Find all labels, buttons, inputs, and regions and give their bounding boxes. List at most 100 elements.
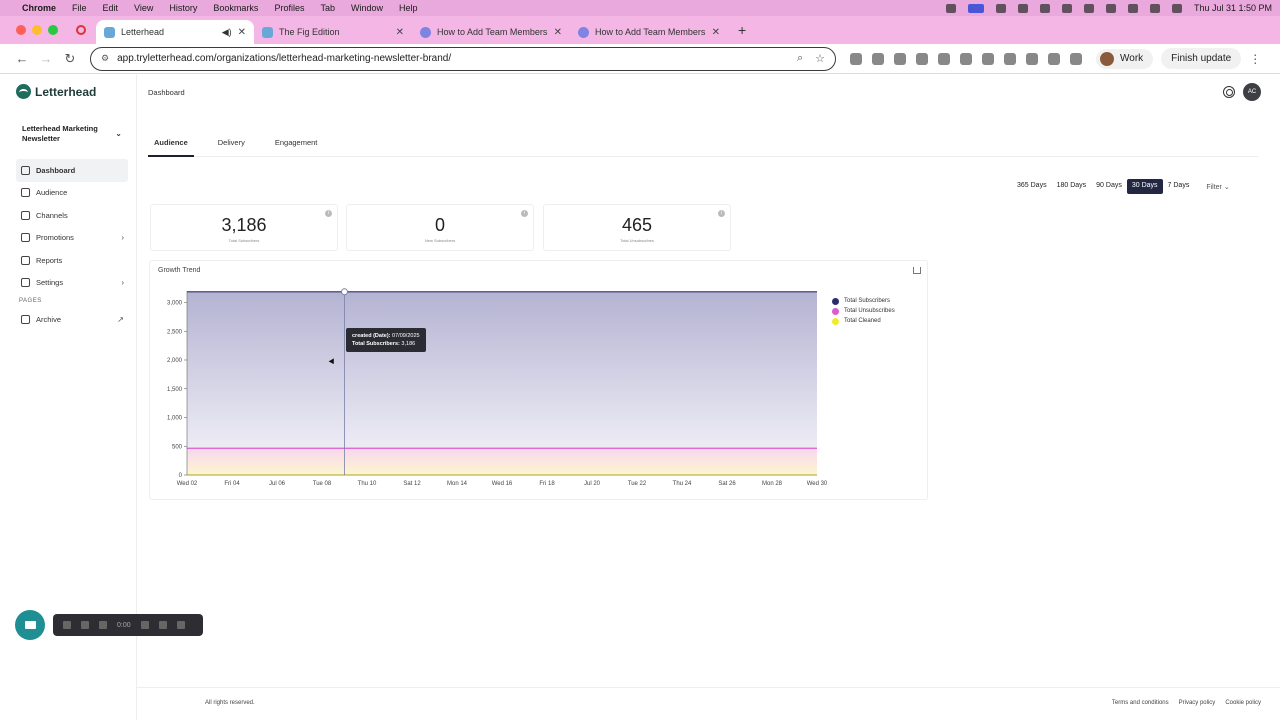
letterhead-logo[interactable]: Letterhead	[16, 84, 96, 99]
sidebar-item-reports[interactable]: Reports	[16, 249, 128, 272]
extension-icon[interactable]	[872, 52, 884, 65]
menu-window[interactable]: Window	[351, 3, 383, 13]
legend-item[interactable]: Total Unsubscribes	[832, 306, 895, 316]
browser-tab-team-members-1[interactable]: How to Add Team Members t ✕	[412, 20, 570, 44]
password-icon[interactable]	[1039, 3, 1050, 13]
menu-bookmarks[interactable]: Bookmarks	[213, 3, 258, 13]
info-icon[interactable]: i	[521, 210, 528, 217]
sidebar-item-settings[interactable]: Settings ›	[16, 272, 128, 295]
address-bar[interactable]: ⚙ app.tryletterhead.com/organizations/le…	[90, 46, 836, 71]
terms-link[interactable]: Terms and conditions	[1112, 700, 1169, 706]
close-tab-icon[interactable]: ✕	[712, 27, 720, 38]
sidebar-item-audience[interactable]: Audience	[16, 182, 128, 205]
privacy-link[interactable]: Privacy policy	[1179, 700, 1216, 706]
extension-status-icon[interactable]	[1017, 3, 1028, 13]
speaker-icon[interactable]: ◀)	[222, 27, 232, 38]
gear-icon[interactable]	[1223, 86, 1235, 98]
microphone-icon[interactable]	[945, 3, 956, 13]
display-icon[interactable]	[1061, 3, 1072, 13]
forward-icon[interactable]: →	[34, 51, 58, 66]
browser-tab-letterhead[interactable]: Letterhead ◀) ✕	[96, 20, 254, 44]
menu-tab[interactable]: Tab	[320, 3, 335, 13]
battery-icon[interactable]	[1105, 3, 1116, 13]
menu-help[interactable]: Help	[399, 3, 418, 13]
legend-item[interactable]: Total Subscribers	[832, 296, 895, 306]
range-180-days-button[interactable]: 180 Days	[1052, 179, 1092, 194]
zoom-search-icon[interactable]: ⌕	[797, 52, 803, 65]
extension-icon[interactable]	[938, 52, 950, 65]
new-tab-icon[interactable]: +	[738, 22, 746, 38]
restart-icon[interactable]	[158, 621, 167, 629]
menu-clock[interactable]: Thu Jul 31 1:50 PM	[1194, 3, 1272, 13]
area-total-subscribers	[187, 291, 817, 475]
cookie-link[interactable]: Cookie policy	[1225, 700, 1261, 706]
url-text[interactable]: app.tryletterhead.com/organizations/lett…	[117, 53, 785, 64]
y-tick-label: 0	[179, 473, 183, 479]
chart-legend: Total Subscribers Total Unsubscribes Tot…	[832, 296, 895, 326]
minimize-window-icon[interactable]	[32, 25, 42, 35]
grid-icon[interactable]	[140, 621, 149, 629]
chrome-menu-icon[interactable]: ⋮	[1249, 52, 1261, 66]
menu-history[interactable]: History	[169, 3, 197, 13]
info-icon[interactable]: i	[718, 210, 725, 217]
stop-icon[interactable]	[63, 621, 71, 629]
control-center-icon[interactable]	[1171, 3, 1182, 13]
sidebar-item-dashboard[interactable]: Dashboard	[16, 159, 128, 182]
extension-icon[interactable]	[850, 52, 862, 65]
trash-icon[interactable]	[176, 621, 185, 629]
range-7-days-button[interactable]: 7 Days	[1163, 179, 1195, 194]
password-key-icon[interactable]	[982, 52, 994, 65]
close-window-icon[interactable]	[16, 25, 26, 35]
camera-icon[interactable]	[15, 610, 45, 640]
close-tab-icon[interactable]: ✕	[554, 27, 562, 38]
spotlight-search-icon[interactable]	[1149, 3, 1160, 13]
sidebar-item-promotions[interactable]: Promotions ›	[16, 227, 128, 250]
tab-search-icon[interactable]	[1070, 52, 1082, 65]
back-icon[interactable]: ←	[10, 51, 34, 66]
filter-button[interactable]: Filter ⌄	[1206, 183, 1229, 191]
tab-audience[interactable]: Audience	[148, 132, 194, 157]
range-30-days-button[interactable]: 30 Days	[1126, 179, 1163, 194]
browser-tab-team-members-2[interactable]: How to Add Team Members t ✕	[570, 20, 728, 44]
organization-selector[interactable]: Letterhead Marketing Newsletter ⌄	[16, 119, 128, 149]
stat-label: Total Subscribers	[228, 238, 260, 243]
download-icon[interactable]	[913, 267, 921, 274]
rewind-icon[interactable]	[99, 621, 107, 629]
sidebar-item-archive[interactable]: Archive ↗	[16, 308, 128, 331]
browser-tab-fig-edition[interactable]: The Fig Edition ✕	[254, 20, 412, 44]
pause-icon[interactable]	[81, 621, 89, 629]
sidebar-item-channels[interactable]: Channels	[16, 204, 128, 227]
range-365-days-button[interactable]: 365 Days	[1012, 179, 1052, 194]
avatar[interactable]: AC	[1243, 83, 1261, 101]
info-icon[interactable]: i	[325, 210, 332, 217]
extension-icon[interactable]	[916, 52, 928, 65]
car-icon[interactable]	[1004, 52, 1016, 65]
finish-update-button[interactable]: Finish update	[1161, 48, 1242, 69]
extension-icon[interactable]	[894, 52, 906, 65]
menu-chrome[interactable]: Chrome	[22, 3, 56, 13]
menu-view[interactable]: View	[134, 3, 153, 13]
growth-trend-chart[interactable]: 0 500 1,000 1,500 2,000 2,500 3,000 Wed 02 Fri 0…	[150, 261, 929, 501]
menu-file[interactable]: File	[72, 3, 87, 13]
maximize-window-icon[interactable]	[48, 25, 58, 35]
location-icon[interactable]	[1026, 52, 1038, 65]
close-tab-icon[interactable]: ✕	[238, 27, 246, 38]
cast-icon[interactable]	[1048, 52, 1060, 65]
tab-delivery[interactable]: Delivery	[212, 132, 251, 157]
screen-share-icon[interactable]	[967, 3, 984, 13]
extensions-puzzle-icon[interactable]	[960, 52, 972, 65]
play-icon[interactable]	[1083, 3, 1094, 13]
bookmark-star-icon[interactable]: ☆	[815, 52, 825, 65]
wifi-icon[interactable]	[1127, 3, 1138, 13]
legend-item[interactable]: Total Cleaned	[832, 316, 895, 326]
close-tab-icon[interactable]: ✕	[396, 27, 404, 38]
profile-button[interactable]: Work	[1096, 48, 1154, 69]
menu-edit[interactable]: Edit	[103, 3, 119, 13]
profile-avatar	[1100, 51, 1114, 66]
menu-profiles[interactable]: Profiles	[274, 3, 304, 13]
site-info-icon[interactable]: ⚙	[101, 53, 109, 64]
range-90-days-button[interactable]: 90 Days	[1091, 179, 1127, 194]
reload-icon[interactable]: ↻	[58, 51, 82, 67]
cursor-tool-icon[interactable]	[995, 3, 1006, 13]
tab-engagement[interactable]: Engagement	[269, 132, 324, 157]
